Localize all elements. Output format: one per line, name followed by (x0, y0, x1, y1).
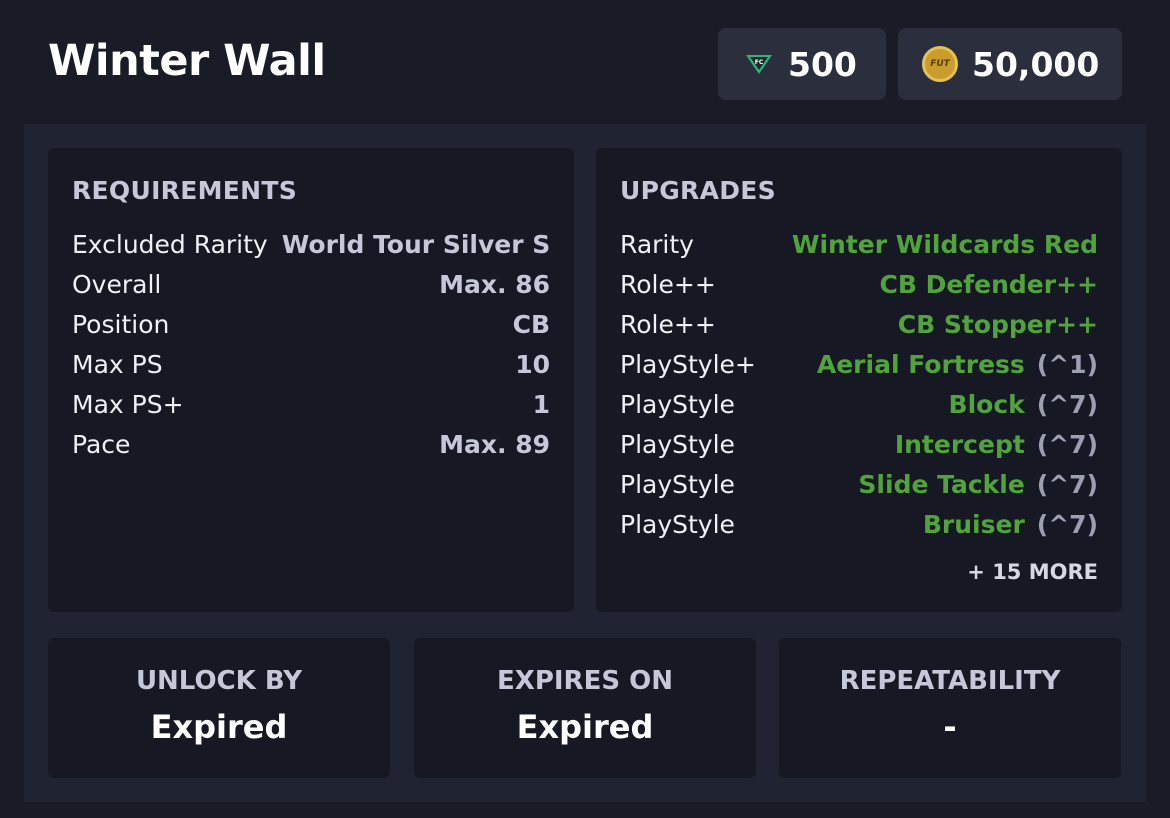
requirement-value: CB (512, 309, 550, 339)
upgrade-cap: (^7) (1036, 469, 1098, 499)
expires-on-label: EXPIRES ON (497, 666, 673, 696)
unlock-by-value: Expired (150, 708, 288, 746)
coins-price: 50,000 (972, 44, 1100, 84)
challenge-panel: Winter Wall FC 500 FUT 50,000 REQUIREMEN… (0, 0, 1170, 818)
requirement-value: Max. 89 (439, 429, 550, 459)
expires-on-card: EXPIRES ON Expired (414, 638, 756, 778)
repeatability-label: REPEATABILITY (839, 666, 1061, 696)
upgrade-cap: (^7) (1036, 389, 1098, 419)
coins-price-button[interactable]: FUT 50,000 (898, 28, 1122, 100)
requirement-label: Overall (72, 269, 162, 299)
show-more-upgrades-link[interactable]: + 15 MORE (967, 560, 1098, 584)
requirement-label: Max PS (72, 349, 163, 379)
repeatability-value: - (943, 708, 957, 746)
upgrade-row: Rarity Winter Wildcards Red (620, 224, 1098, 264)
coin-text: FUT (930, 59, 950, 69)
requirements-title: REQUIREMENTS (72, 176, 298, 205)
upgrade-value: Aerial Fortress (816, 349, 1025, 379)
points-price: 500 (788, 44, 857, 84)
upgrades-card: UPGRADES Rarity Winter Wildcards Red Rol… (596, 148, 1122, 612)
upgrade-row: PlayStyle Intercept (^7) (620, 424, 1098, 464)
requirement-value: Max. 86 (439, 269, 550, 299)
upgrade-label: Role++ (620, 269, 716, 299)
requirement-label: Max PS+ (72, 389, 184, 419)
requirement-label: Excluded Rarity (72, 229, 268, 259)
upgrade-label: PlayStyle (620, 429, 735, 459)
requirement-value: World Tour Silver S (281, 229, 550, 259)
requirement-row: Excluded Rarity World Tour Silver S (72, 224, 550, 264)
upgrade-value: Intercept (894, 429, 1025, 459)
requirement-label: Pace (72, 429, 131, 459)
unlock-by-card: UNLOCK BY Expired (48, 638, 390, 778)
requirement-value: 10 (515, 349, 550, 379)
requirement-row: Max PS 10 (72, 344, 550, 384)
upgrade-cap: (^7) (1036, 509, 1098, 539)
upgrade-value: Block (948, 389, 1025, 419)
upgrade-cap: (^7) (1036, 429, 1098, 459)
upgrade-row: PlayStyle Block (^7) (620, 384, 1098, 424)
upgrade-label: PlayStyle (620, 389, 735, 419)
upgrade-label: Role++ (620, 309, 716, 339)
fut-coin-icon: FUT (922, 46, 958, 82)
requirement-row: Overall Max. 86 (72, 264, 550, 304)
upgrade-row: Role++ CB Stopper++ (620, 304, 1098, 344)
upgrades-title: UPGRADES (620, 176, 776, 205)
upgrade-row: PlayStyle Bruiser (^7) (620, 504, 1098, 544)
requirements-card: REQUIREMENTS Excluded Rarity World Tour … (48, 148, 574, 612)
fc-points-gem-icon: FC (746, 55, 772, 74)
upgrade-label: PlayStyle (620, 509, 735, 539)
repeatability-card: REPEATABILITY - (779, 638, 1121, 778)
requirement-row: Pace Max. 89 (72, 424, 550, 464)
upgrade-value: Winter Wildcards Red (791, 229, 1098, 259)
points-price-button[interactable]: FC 500 (718, 28, 886, 100)
requirement-label: Position (72, 309, 170, 339)
svg-text:FC: FC (755, 59, 764, 66)
upgrade-row: PlayStyle Slide Tackle (^7) (620, 464, 1098, 504)
upgrade-label: PlayStyle (620, 469, 735, 499)
upgrade-value: CB Defender++ (879, 269, 1098, 299)
upgrade-value: CB Stopper++ (897, 309, 1098, 339)
page-title: Winter Wall (48, 36, 326, 86)
upgrade-value: Bruiser (922, 509, 1025, 539)
requirement-row: Max PS+ 1 (72, 384, 550, 424)
unlock-by-label: UNLOCK BY (135, 666, 303, 696)
upgrade-label: Rarity (620, 229, 694, 259)
upgrade-label: PlayStyle+ (620, 349, 756, 379)
requirement-value: 1 (532, 389, 550, 419)
upgrade-row: PlayStyle+ Aerial Fortress (^1) (620, 344, 1098, 384)
expires-on-value: Expired (516, 708, 654, 746)
upgrade-value: Slide Tackle (858, 469, 1025, 499)
requirement-row: Position CB (72, 304, 550, 344)
upgrade-cap: (^1) (1036, 349, 1098, 379)
upgrade-row: Role++ CB Defender++ (620, 264, 1098, 304)
